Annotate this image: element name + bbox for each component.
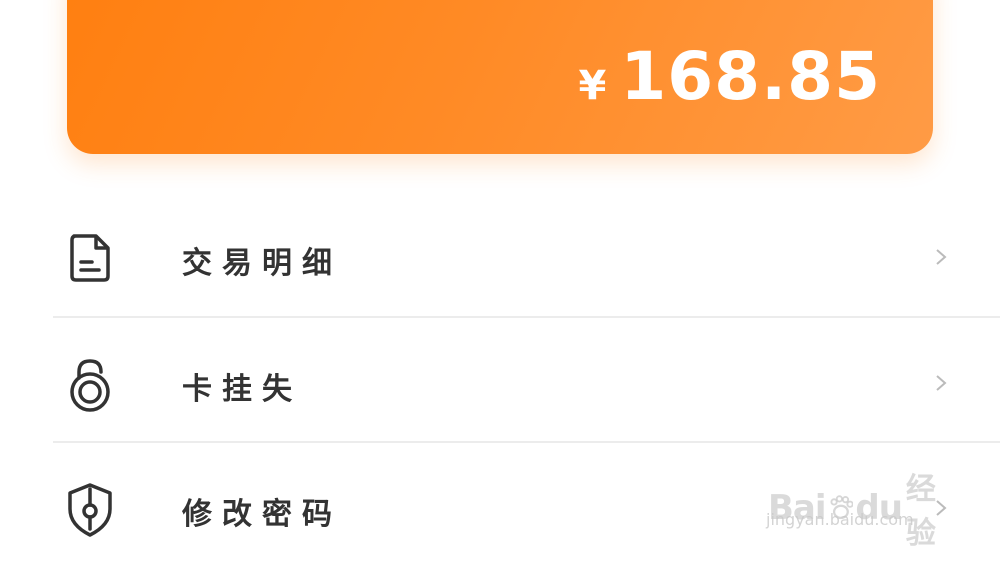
menu-item-label: 修改密码 bbox=[182, 497, 342, 532]
document-icon bbox=[70, 234, 110, 282]
balance-amount: ¥ 168.85 bbox=[578, 38, 881, 115]
balance-card: ¥ 168.85 bbox=[67, 0, 933, 154]
menu-item-label: 卡挂失 bbox=[182, 372, 302, 407]
menu-item-transaction-details[interactable]: 交易明细 bbox=[0, 194, 1000, 318]
divider bbox=[53, 316, 1000, 318]
chevron-right-icon bbox=[936, 500, 947, 516]
currency-symbol: ¥ bbox=[578, 63, 607, 109]
chevron-right-icon bbox=[936, 375, 947, 391]
balance-value: 168.85 bbox=[620, 38, 881, 115]
menu-item-report-card-loss[interactable]: 卡挂失 bbox=[0, 320, 1000, 444]
menu-item-label: 交易明细 bbox=[182, 246, 342, 281]
shield-icon bbox=[68, 483, 112, 537]
chevron-right-icon bbox=[936, 249, 947, 265]
divider bbox=[53, 441, 1000, 443]
lock-icon bbox=[70, 359, 110, 412]
menu-item-change-password[interactable]: 修改密码 bbox=[0, 445, 1000, 569]
